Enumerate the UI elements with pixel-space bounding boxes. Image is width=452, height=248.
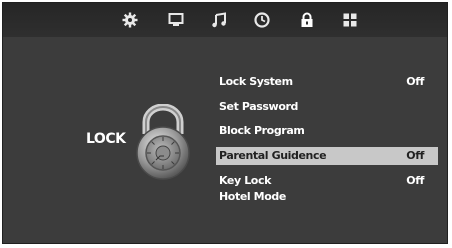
menu-item[interactable]: Block Program: [216, 122, 438, 140]
menu-item-label: Lock System: [219, 75, 293, 88]
menu-item[interactable]: Hotel Mode: [216, 188, 438, 206]
menu-item[interactable]: Lock System Off: [216, 73, 438, 91]
menu-item-label: Set Password: [219, 100, 298, 113]
menu-item[interactable]: Parental Guidence Off: [216, 147, 438, 165]
tab-picture[interactable]: [166, 10, 186, 30]
menu-item-label: Parental Guidence: [219, 149, 327, 162]
monitor-icon: [168, 13, 184, 26]
grid-icon: [343, 13, 357, 27]
section-title: LOCK: [86, 131, 126, 147]
tab-time[interactable]: [252, 10, 272, 30]
menu-item[interactable]: Set Password: [216, 98, 438, 116]
padlock-icon: [136, 104, 190, 180]
menu-item-value: Off: [406, 149, 424, 162]
gear-icon: [122, 12, 138, 28]
tab-settings[interactable]: [120, 10, 140, 30]
tab-lock[interactable]: [297, 10, 317, 30]
settings-screen: LOCK Lock System Off Set Password Block …: [2, 2, 448, 244]
clock-icon: [254, 12, 270, 28]
lock-icon: [301, 12, 313, 27]
tab-sound[interactable]: [209, 10, 229, 30]
menu-item-value: Off: [406, 75, 424, 88]
tab-apps[interactable]: [340, 10, 360, 30]
menu-item-label: Hotel Mode: [219, 190, 286, 203]
category-tab-bar: [3, 3, 447, 37]
menu-item-label: Block Program: [219, 124, 305, 137]
music-note-icon: [212, 12, 226, 28]
